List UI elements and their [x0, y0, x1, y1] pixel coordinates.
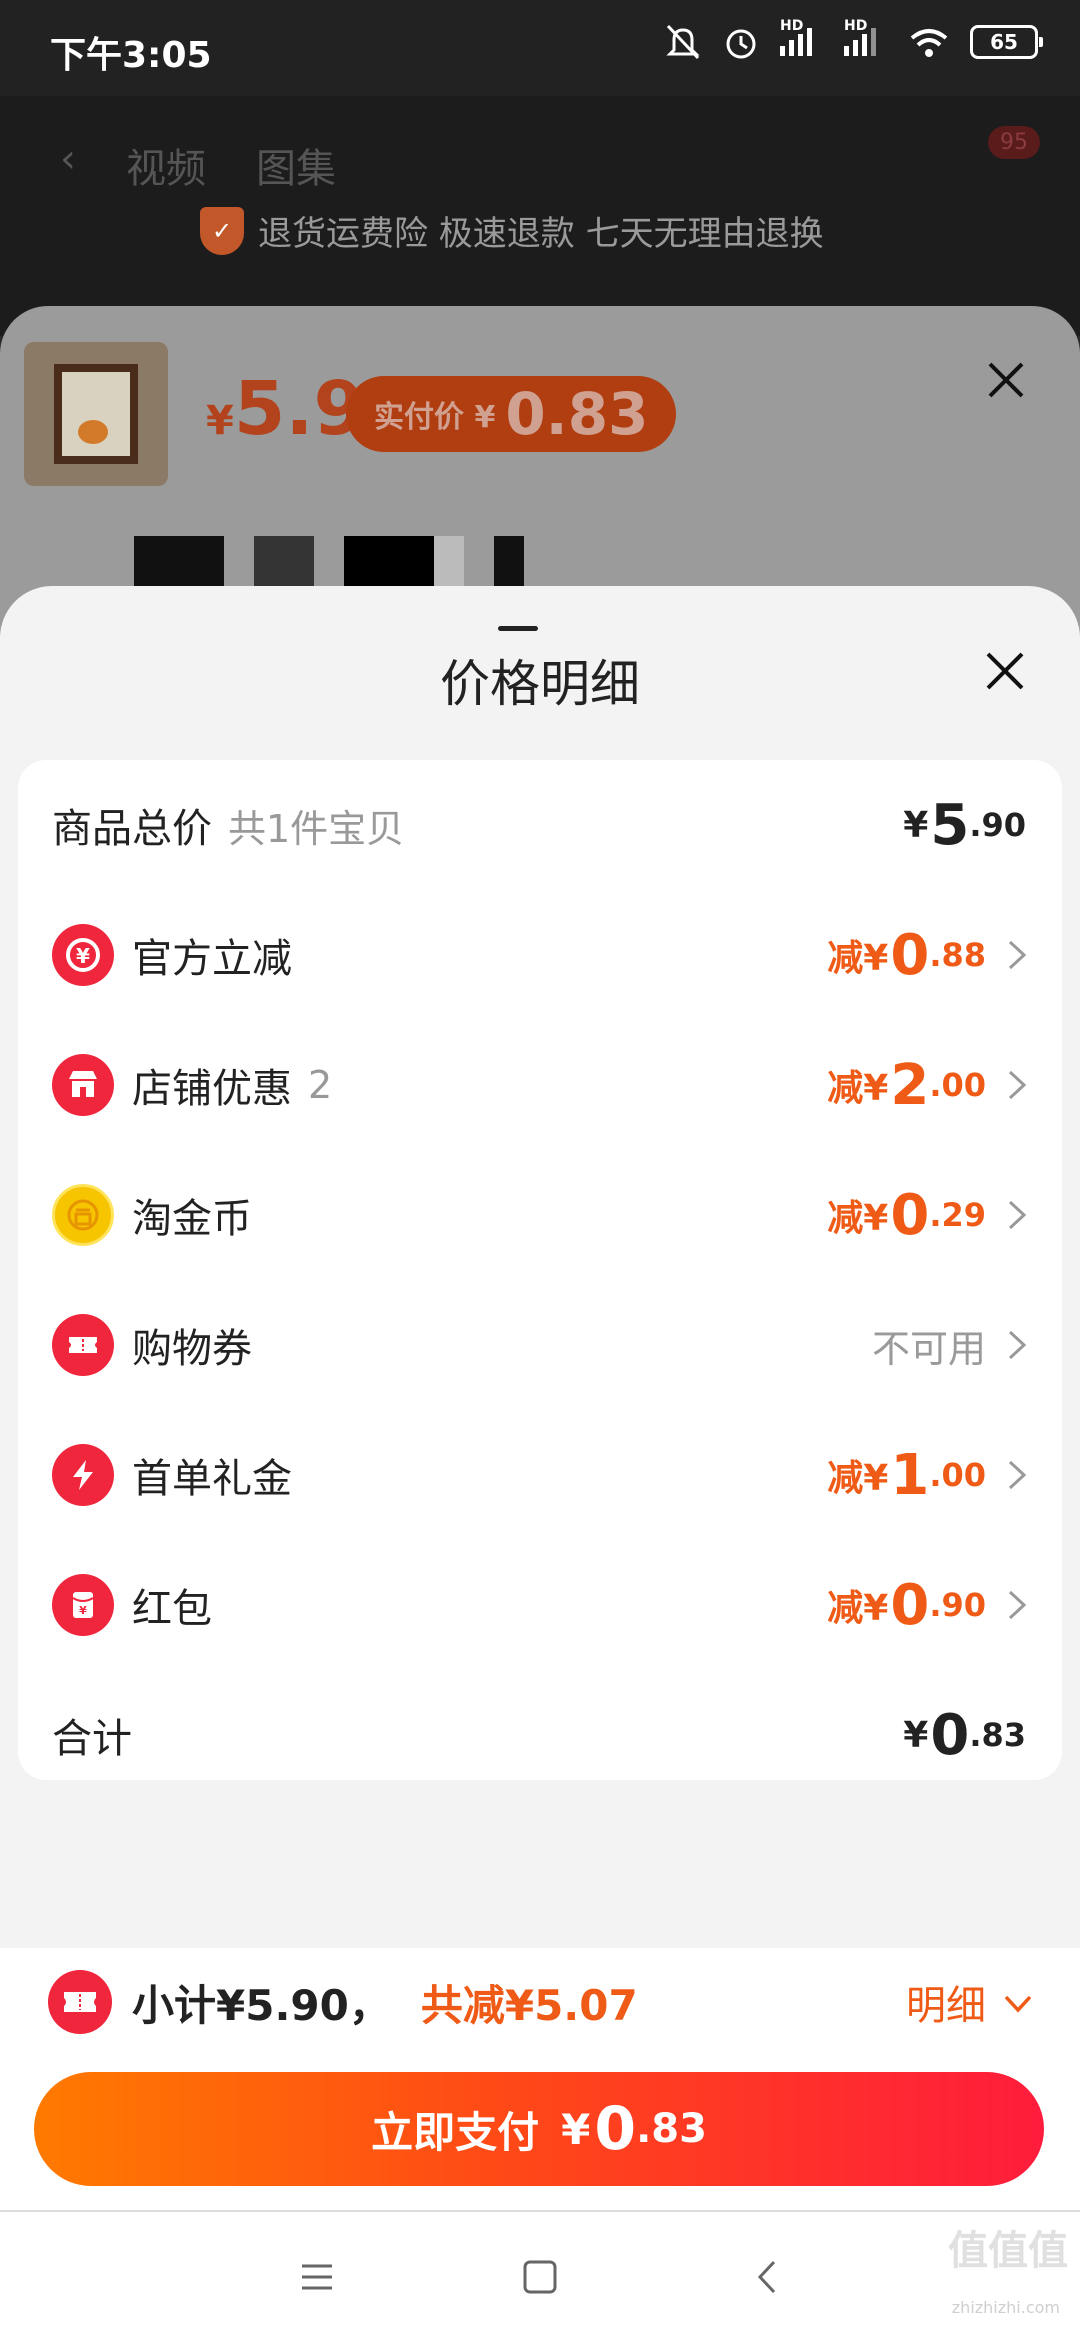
lightning-icon: [52, 1444, 114, 1506]
store-discount-count: 2: [308, 1063, 333, 1107]
watermark-logo: 值值值: [948, 2228, 1068, 2274]
discount-row-red-envelope[interactable]: ¥ 红包 减¥ 0.90: [18, 1540, 1062, 1670]
real-pay-label: 实付价 ¥: [374, 400, 496, 435]
system-nav-bar: [0, 2210, 1080, 2340]
battery-icon: 65: [970, 25, 1043, 59]
summary-text: 小计¥5.90， 共减¥5.07: [132, 1966, 638, 2038]
chevron-down-icon: [1002, 1979, 1034, 2025]
guarantee-banner: ✓ 退货运费险 极速退款 七天无理由退换: [200, 206, 824, 255]
subtotal: 小计¥5.90，: [132, 1980, 391, 2030]
watermark-site: zhizhizhi.com: [951, 2298, 1060, 2317]
cart-badge: 95: [988, 126, 1040, 159]
menu-icon[interactable]: [292, 2252, 342, 2302]
discount-row-first-order[interactable]: 首单礼金 减¥ 1.00: [18, 1410, 1062, 1540]
discount-label: 店铺优惠: [132, 1066, 292, 1112]
store-icon: [52, 1054, 114, 1116]
chevron-right-icon: [1002, 1586, 1032, 1624]
guarantee-text: 退货运费险 极速退款 七天无理由退换: [258, 214, 824, 254]
sum-value: ¥0.83: [903, 1702, 1026, 1768]
ticket-icon: [48, 1970, 112, 2034]
discount-label: 淘金币: [132, 1196, 252, 1242]
discount-value: 减¥ 0.90: [827, 1572, 986, 1638]
voucher-unavailable: 不可用: [871, 1326, 986, 1371]
total-discount: 共减¥5.07: [420, 1980, 638, 2030]
sum-label: 合计: [52, 1716, 132, 1762]
status-bar: 下午3:05 HD HD 65: [0, 0, 1080, 96]
drag-handle[interactable]: [498, 626, 538, 631]
red-envelope-icon: ¥: [52, 1574, 114, 1636]
signal-icon-1: HD: [780, 18, 824, 62]
svg-text:¥: ¥: [76, 944, 90, 968]
mute-icon: [664, 22, 702, 62]
chevron-right-icon: [1002, 1066, 1032, 1104]
background-page-header: ‹ 视频 图集 95 ✓ 退货运费险 极速退款 七天无理由退换: [0, 96, 1080, 336]
detail-toggle-button[interactable]: 明细: [906, 1966, 1034, 2038]
discount-label: 首单礼金: [132, 1456, 292, 1502]
discount-value: 减¥ 0.88: [827, 922, 986, 988]
alarm-icon: [722, 22, 760, 62]
discount-row-shopping-voucher[interactable]: 购物券 不可用: [18, 1280, 1062, 1410]
detail-label: 明细: [906, 1983, 986, 2029]
discount-label: 官方立减: [132, 936, 292, 982]
total-price-label: 商品总价: [52, 806, 212, 852]
product-thumbnail: [24, 342, 168, 486]
chevron-right-icon: [1002, 936, 1032, 974]
discount-label: 红包: [132, 1586, 212, 1632]
background-nav: ‹ 视频 图集: [60, 136, 336, 194]
wifi-icon: [908, 22, 950, 62]
total-price-row: 商品总价 共1件宝贝 ¥5.90: [18, 760, 1062, 890]
sheet-title: 价格明细: [440, 655, 640, 713]
sku-close-icon[interactable]: [984, 358, 1028, 402]
close-icon[interactable]: [982, 648, 1028, 694]
discount-value: 减¥ 2.00: [827, 1052, 986, 1118]
sum-row: 合计 ¥0.83: [18, 1670, 1062, 1800]
real-pay-value: 0.83: [505, 380, 649, 448]
checkout-bar: 小计¥5.90， 共减¥5.07 明细 立即支付 ¥0.83: [0, 1948, 1080, 2210]
price-detail-card: 商品总价 共1件宝贝 ¥5.90 ¥ 官方立减 减¥ 0.88 店铺优惠 2 减…: [18, 760, 1062, 1780]
svg-text:¥: ¥: [79, 1604, 87, 1617]
tab-video: 视频: [126, 146, 206, 192]
signal-icon-2: HD: [844, 18, 888, 62]
discount-label: 购物券: [132, 1326, 252, 1372]
gold-coin-icon: [52, 1184, 114, 1246]
yuan-coupon-icon: ¥: [52, 924, 114, 986]
pay-now-button[interactable]: 立即支付 ¥0.83: [34, 2072, 1044, 2186]
discount-row-official[interactable]: ¥ 官方立减 减¥ 0.88: [18, 890, 1062, 1020]
discount-row-gold-coin[interactable]: 淘金币 减¥ 0.29: [18, 1150, 1062, 1280]
status-icons: HD HD 65: [664, 18, 1043, 62]
home-icon[interactable]: [515, 2252, 565, 2302]
discount-value: 减¥ 0.29: [827, 1182, 986, 1248]
discount-value: 减¥ 1.00: [827, 1442, 986, 1508]
ticket-icon: [52, 1314, 114, 1376]
chevron-right-icon: [1002, 1196, 1032, 1234]
item-count: 共1件宝贝: [228, 806, 405, 851]
back-icon[interactable]: [742, 2252, 792, 2302]
shield-check-icon: ✓: [200, 206, 244, 255]
tab-gallery: 图集: [256, 146, 336, 192]
screen: 下午3:05 HD HD 65 ‹ 视频 图集 95 ✓ 退货运费险 极速退款 …: [0, 0, 1080, 2340]
chevron-right-icon: [1002, 1456, 1032, 1494]
total-price-value: ¥5.90: [903, 792, 1026, 858]
status-time: 下午3:05: [50, 35, 212, 76]
real-pay-badge: 实付价 ¥ 0.83: [346, 376, 677, 452]
chevron-right-icon: [1002, 1326, 1032, 1364]
discount-row-store[interactable]: 店铺优惠 2 减¥ 2.00: [18, 1020, 1062, 1150]
sku-price: ¥5.9: [206, 366, 365, 452]
back-icon: ‹: [60, 136, 76, 182]
